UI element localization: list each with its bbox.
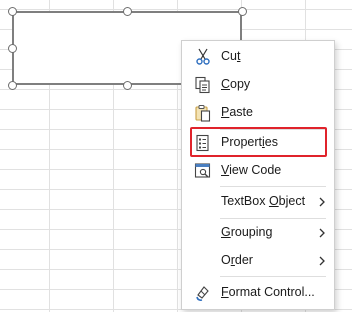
menu-item-label: TextBox Object [221,194,306,208]
menu-item-label: Cut [221,49,241,63]
copy-icon [194,76,212,94]
menu-item-label: Grouping [221,225,273,239]
menu-item-label: Copy [221,77,251,91]
chevron-right-icon [318,255,326,267]
menu-item-cut[interactable]: Cut [182,44,334,70]
paste-icon [194,104,212,122]
menu-item-copy[interactable]: Copy [182,72,334,98]
menu-item-label: Paste [221,105,253,119]
chevron-right-icon [318,227,326,239]
context-menu: Cut Copy Paste Properties View Code Text… [181,40,335,310]
menu-item-label: Order [221,253,253,267]
menu-item-format-control[interactable]: Format Control... [182,280,334,306]
scissors-icon [194,48,212,66]
format-control-icon [194,284,212,302]
menu-item-view-code[interactable]: View Code [182,158,334,184]
chevron-right-icon [318,196,326,208]
resize-handle-top-right[interactable] [238,7,247,16]
resize-handle-middle-left[interactable] [8,44,17,53]
menu-separator [220,218,326,219]
view-code-icon [194,162,212,180]
menu-item-label: View Code [221,163,282,177]
resize-handle-bottom-left[interactable] [8,81,17,90]
menu-item-paste[interactable]: Paste [182,100,334,126]
menu-item-order[interactable]: Order [182,248,334,274]
menu-item-textbox-object[interactable]: TextBox Object [182,189,334,215]
menu-item-label: Format Control... [221,285,315,299]
menu-separator [220,276,326,277]
resize-handle-top-left[interactable] [8,7,17,16]
menu-item-grouping[interactable]: Grouping [182,220,334,246]
menu-separator [220,186,326,187]
highlight-box [190,127,327,157]
resize-handle-top-center[interactable] [123,7,132,16]
resize-handle-bottom-center[interactable] [123,81,132,90]
